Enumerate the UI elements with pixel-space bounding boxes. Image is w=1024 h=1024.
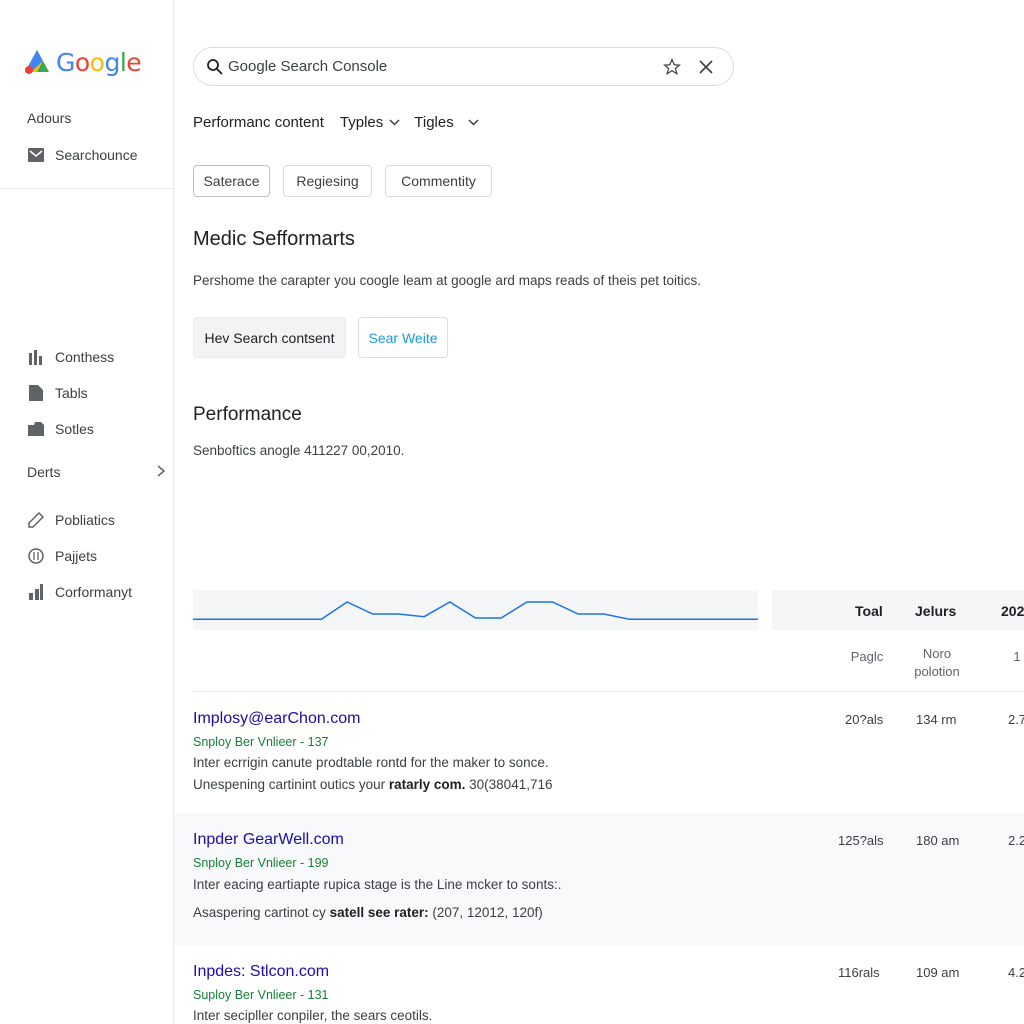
result-title[interactable]: Inpder GearWell.com	[193, 831, 344, 849]
close-icon[interactable]	[693, 54, 719, 80]
detail-text: Unespening cartinint outics your	[193, 777, 389, 792]
filter-dropdown-tigles[interactable]: Tigles	[414, 114, 479, 131]
sidebar-item-label: Corformanyt	[55, 584, 133, 600]
tab-regiesing[interactable]: Regiesing	[283, 165, 372, 197]
cell-jelurs: 134 rm	[916, 712, 957, 727]
detail-bold: ratarly com.	[388, 777, 466, 792]
logo-text: Google	[56, 47, 142, 77]
cell-total: 20?als	[845, 712, 884, 727]
column-subheader-paglc: Paglc	[850, 649, 884, 664]
column-header-total[interactable]: Toal	[855, 603, 883, 619]
performance-subtitle: Senboftics anogle 411227 00,2010.	[193, 443, 405, 458]
dropdown-label: Tigles	[414, 114, 454, 131]
cell-year: 2.2	[1008, 833, 1024, 848]
series-line	[193, 601, 758, 621]
google-ads-icon	[25, 50, 49, 74]
sidebar: Google Adours Searchounce Conthess Tabls…	[0, 0, 174, 1024]
cell-total: 116rals	[838, 965, 880, 980]
tab-saterace[interactable]: Saterace	[193, 165, 270, 197]
performance-chart	[193, 590, 758, 630]
sidebar-group-derts[interactable]: Derts	[27, 464, 166, 480]
detail-value: 30(38041,716	[465, 777, 553, 792]
chevron-down-icon	[468, 119, 479, 126]
sidebar-item-label: Searchounce	[55, 147, 138, 163]
mail-icon	[27, 146, 45, 164]
sidebar-item-sotles[interactable]: Sotles	[27, 419, 94, 439]
chevron-right-icon	[157, 464, 166, 480]
result-url: Snploy Ber Vnlieer - 199	[193, 856, 329, 870]
result-detail: Unespening cartinint outics your ratarly…	[193, 777, 552, 792]
sidebar-item-corformanyt[interactable]: Corformanyt	[27, 582, 132, 602]
stats-icon	[27, 583, 45, 601]
cell-jelurs: 109 am	[916, 965, 960, 980]
performance-title: Performance	[193, 404, 302, 425]
bar-chart-icon	[27, 348, 45, 366]
column-subheader-noro-polotion: Noro polotion	[914, 646, 960, 679]
sidebar-item-conthess[interactable]: Conthess	[27, 347, 114, 367]
search-icon	[206, 58, 224, 76]
result-url: Snploy Ber Vnlieer - 137	[193, 735, 329, 749]
table-header	[772, 590, 1024, 630]
search-website-button[interactable]: Sear Weite	[358, 317, 448, 358]
folder-icon	[27, 420, 45, 438]
cell-year: 2.7	[1008, 712, 1024, 727]
google-logo[interactable]: Google	[22, 44, 142, 80]
sidebar-item-label: Conthess	[55, 349, 115, 365]
sidebar-item-pajjets[interactable]: Pajjets	[27, 546, 97, 566]
sidebar-item-tabls[interactable]: Tabls	[27, 383, 88, 403]
badge-icon	[27, 547, 45, 565]
detail-text: Asaspering cartinot cy	[193, 905, 330, 920]
table-divider	[193, 691, 1024, 692]
column-subheader-1: 1	[1013, 649, 1021, 664]
sidebar-heading: Adours	[27, 110, 72, 126]
result-title[interactable]: Implosy@earChon.com	[193, 710, 360, 728]
performance-chart-svg	[193, 601, 758, 621]
result-url: Suploy Ber Vnlieer - 131	[193, 988, 329, 1002]
dropdown-label: Typles	[339, 114, 384, 131]
sidebar-item-label: Pajjets	[55, 548, 98, 564]
result-snippet: Inter ecrrigin canute prodtable rontd fo…	[193, 755, 549, 770]
section-description: Pershome the carapter you coogle leam at…	[193, 273, 702, 288]
detail-bold: satell see rater:	[329, 905, 429, 920]
result-snippet: Inter secipller conpiler, the sears ceot…	[193, 1008, 433, 1023]
column-header-jelurs[interactable]: Jelurs	[915, 603, 956, 619]
result-snippet: Inter eacing eartiapte rupica stage is t…	[193, 877, 562, 892]
sidebar-item-pobliatics[interactable]: Pobliatics	[27, 510, 115, 530]
filter-row: Performanc content Typles Tigles	[193, 114, 493, 131]
sidebar-item-label: Sotles	[55, 421, 94, 437]
sidebar-divider	[0, 188, 174, 189]
filter-dropdown-typles[interactable]: Typles	[340, 114, 400, 131]
tab-commentity[interactable]: Commentity	[385, 165, 492, 197]
search-bar[interactable]: Google Search Console	[193, 47, 734, 86]
star-icon[interactable]	[659, 54, 685, 80]
file-icon	[27, 384, 45, 402]
detail-value: (207, 12012, 120f)	[428, 905, 543, 920]
result-title[interactable]: Inpdes: Stlcon.com	[193, 963, 329, 981]
search-content-button[interactable]: Hev Search contsent	[193, 317, 346, 358]
sidebar-item-searchounce[interactable]: Searchounce	[27, 145, 138, 165]
sidebar-item-label: Pobliatics	[55, 512, 115, 528]
column-header-year[interactable]: 202	[1001, 603, 1024, 619]
filter-title: Performanc content	[193, 114, 324, 131]
search-input[interactable]: Google Search Console	[228, 58, 651, 75]
sidebar-item-label: Tabls	[55, 385, 88, 401]
cell-year: 4.2	[1008, 965, 1024, 980]
result-detail: Asaspering cartinot cy satell see rater:…	[193, 905, 543, 920]
section-title: Medic Sefformarts	[193, 228, 355, 250]
chevron-down-icon	[389, 119, 400, 126]
cell-jelurs: 180 am	[916, 833, 960, 848]
cell-total: 125?als	[838, 833, 884, 848]
sidebar-group-label: Derts	[27, 464, 61, 480]
pencil-icon	[27, 511, 45, 529]
